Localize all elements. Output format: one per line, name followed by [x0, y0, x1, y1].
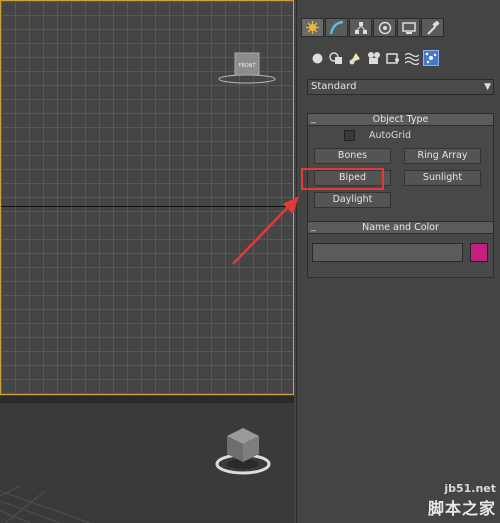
viewcube-perspective[interactable]	[213, 424, 273, 480]
category-lights[interactable]	[347, 50, 363, 66]
utilities-icon	[426, 20, 440, 35]
watermark-text: 脚本之家	[427, 499, 496, 518]
command-panel-tabs	[301, 18, 444, 37]
category-geometry[interactable]	[309, 50, 325, 66]
hierarchy-icon	[354, 21, 367, 34]
bones-button[interactable]: Bones	[314, 148, 391, 164]
systems-icon	[425, 52, 437, 64]
rollout-body	[307, 234, 494, 278]
category-helpers[interactable]	[385, 50, 401, 66]
watermark: jb51.net 脚本之家	[428, 482, 496, 519]
category-dropdown[interactable]: Standard ▼	[307, 79, 494, 95]
chevron-down-icon: ▼	[484, 82, 491, 92]
motion-icon	[378, 21, 391, 34]
spacewarps-icon	[405, 52, 419, 65]
create-icon	[306, 21, 319, 34]
perspective-viewport[interactable]	[0, 396, 294, 523]
annotation-arrow	[232, 196, 299, 265]
tab-modify[interactable]	[325, 18, 348, 37]
tab-hierarchy[interactable]	[349, 18, 372, 37]
rollout-body: AutoGrid Bones Ring Array Biped Sunlight…	[307, 126, 494, 229]
daylight-button[interactable]: Daylight	[314, 192, 391, 208]
autogrid-checkbox[interactable]	[344, 130, 355, 141]
biped-button[interactable]: Biped	[314, 170, 391, 186]
sunlight-button[interactable]: Sunlight	[404, 170, 481, 186]
shapes-icon	[329, 52, 342, 64]
collapse-icon: _	[311, 221, 316, 232]
autogrid-label: AutoGrid	[369, 130, 411, 141]
rollout-header[interactable]: _ Object Type	[307, 113, 494, 126]
cameras-icon	[368, 52, 380, 64]
lights-icon	[349, 53, 360, 65]
tab-display[interactable]	[397, 18, 420, 37]
geometry-icon	[312, 53, 322, 63]
tab-create[interactable]	[301, 18, 324, 37]
object-categories	[309, 50, 439, 66]
ring-array-button[interactable]: Ring Array	[404, 148, 481, 164]
category-systems[interactable]	[423, 50, 439, 66]
helpers-icon	[386, 53, 399, 64]
rollout-title: Object Type	[372, 114, 429, 125]
modify-icon	[329, 20, 343, 34]
watermark-site: jb51.net	[444, 482, 496, 495]
category-shapes[interactable]	[328, 50, 344, 66]
object-name-input[interactable]	[312, 243, 463, 262]
tab-motion[interactable]	[373, 18, 396, 37]
autogrid-option[interactable]: AutoGrid	[344, 130, 411, 141]
dropdown-value: Standard	[311, 81, 357, 92]
rollout-title: Name and Color	[362, 222, 439, 233]
object-color-swatch[interactable]	[470, 243, 488, 262]
rollout-header[interactable]: _ Name and Color	[307, 221, 494, 234]
command-panel: Standard ▼ _ Object Type AutoGrid Bones …	[296, 0, 500, 523]
viewcube[interactable]: FRONT	[217, 51, 277, 85]
tab-utilities[interactable]	[421, 18, 444, 37]
display-icon	[401, 21, 416, 34]
collapse-icon: _	[311, 113, 316, 124]
category-spacewarps[interactable]	[404, 50, 420, 66]
category-cameras[interactable]	[366, 50, 382, 66]
name-and-color-rollout: _ Name and Color	[307, 221, 494, 278]
viewcube-label: FRONT	[238, 63, 256, 69]
object-type-rollout: _ Object Type AutoGrid Bones Ring Array …	[307, 113, 494, 229]
